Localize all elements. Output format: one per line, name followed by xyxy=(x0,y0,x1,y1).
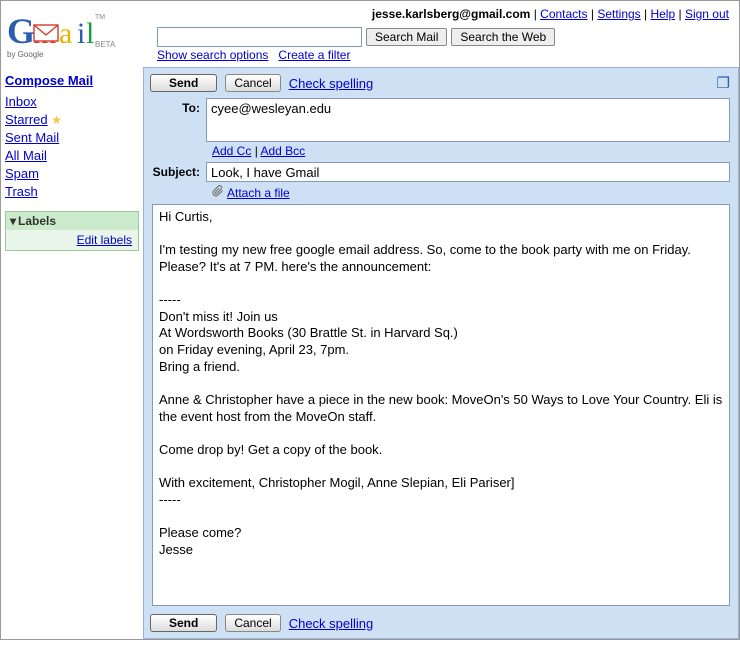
compose-pane: Send Cancel Check spelling ❐ To: cyee@we… xyxy=(143,67,739,639)
search-links: Show search options Create a filter xyxy=(157,48,733,62)
labels-header-text: Labels xyxy=(18,214,56,228)
signout-link[interactable]: Sign out xyxy=(685,7,729,21)
bottom-action-row: Send Cancel Check spelling xyxy=(148,609,734,634)
labels-box: ▾ Labels Edit labels xyxy=(5,211,139,251)
svg-text:l: l xyxy=(86,17,94,50)
attach-file-link[interactable]: Attach a file xyxy=(227,186,290,200)
sidebar-item-starred[interactable]: Starred xyxy=(5,112,48,127)
cancel-button-bottom[interactable]: Cancel xyxy=(225,614,280,632)
settings-link[interactable]: Settings xyxy=(597,7,640,21)
account-bar: jesse.karlsberg@gmail.com | Contacts | S… xyxy=(157,5,733,27)
send-button-top[interactable]: Send xyxy=(150,74,217,92)
message-body[interactable]: Hi Curtis, I'm testing my new free googl… xyxy=(152,204,730,606)
add-bcc-link[interactable]: Add Bcc xyxy=(260,144,305,158)
triangle-down-icon: ▾ xyxy=(10,214,16,228)
search-row: Search Mail Search the Web xyxy=(157,27,733,47)
search-input[interactable] xyxy=(157,27,362,47)
show-search-options-link[interactable]: Show search options xyxy=(157,48,268,62)
contacts-link[interactable]: Contacts xyxy=(540,7,587,21)
popout-icon[interactable]: ❐ xyxy=(717,74,730,92)
svg-text:BETA: BETA xyxy=(95,40,116,49)
svg-text:TM: TM xyxy=(95,14,105,21)
subject-label: Subject: xyxy=(152,162,206,179)
to-label: To: xyxy=(152,98,206,115)
paperclip-icon xyxy=(212,185,224,200)
search-web-button[interactable]: Search the Web xyxy=(451,28,555,46)
sidebar-item-sent[interactable]: Sent Mail xyxy=(5,130,59,145)
header: G m a i l TM by Google BETA jesse.karlsb… xyxy=(1,1,739,67)
top-action-row: Send Cancel Check spelling ❐ xyxy=(148,72,734,98)
sidebar-item-spam[interactable]: Spam xyxy=(5,166,39,181)
create-filter-link[interactable]: Create a filter xyxy=(278,48,350,62)
edit-labels-link[interactable]: Edit labels xyxy=(77,233,132,247)
sidebar-item-inbox[interactable]: Inbox xyxy=(5,94,37,109)
svg-text:a: a xyxy=(59,17,72,50)
svg-text:by Google: by Google xyxy=(7,50,44,59)
check-spelling-link-bottom[interactable]: Check spelling xyxy=(289,616,374,631)
send-button-bottom[interactable]: Send xyxy=(150,614,217,632)
search-mail-button[interactable]: Search Mail xyxy=(366,28,447,46)
cc-links: Add Cc | Add Bcc xyxy=(212,144,730,158)
help-link[interactable]: Help xyxy=(650,7,675,21)
main: Compose Mail Inbox Starred ★ Sent Mail A… xyxy=(1,67,739,639)
svg-text:G: G xyxy=(7,11,35,51)
star-icon: ★ xyxy=(51,113,62,127)
account-email: jesse.karlsberg@gmail.com xyxy=(372,7,530,21)
app-window: G m a i l TM by Google BETA jesse.karlsb… xyxy=(0,0,740,640)
gmail-logo: G m a i l TM by Google BETA xyxy=(7,5,157,65)
labels-header[interactable]: ▾ Labels xyxy=(6,212,138,230)
cancel-button-top[interactable]: Cancel xyxy=(225,74,280,92)
sidebar-item-allmail[interactable]: All Mail xyxy=(5,148,47,163)
sidebar: Compose Mail Inbox Starred ★ Sent Mail A… xyxy=(1,67,143,639)
compose-form: To: cyee@wesleyan.edu Add Cc | Add Bcc S… xyxy=(148,98,734,609)
to-field[interactable]: cyee@wesleyan.edu xyxy=(206,98,730,142)
check-spelling-link-top[interactable]: Check spelling xyxy=(289,76,374,91)
add-cc-link[interactable]: Add Cc xyxy=(212,144,251,158)
svg-text:i: i xyxy=(77,17,85,50)
sidebar-item-trash[interactable]: Trash xyxy=(5,184,38,199)
subject-field[interactable] xyxy=(206,162,730,182)
compose-mail-link[interactable]: Compose Mail xyxy=(5,73,93,88)
